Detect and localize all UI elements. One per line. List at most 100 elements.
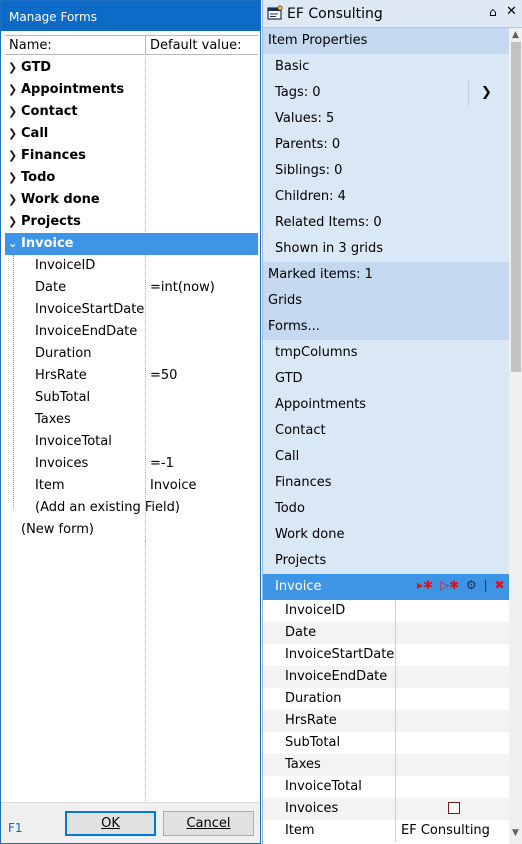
field-default[interactable]: =-1 (150, 456, 174, 471)
siblings-item[interactable]: Siblings: 0 (275, 158, 342, 184)
form-node-gtd[interactable]: ❯ GTD (5, 57, 258, 79)
forms-header[interactable]: Forms... (263, 314, 509, 340)
grid-divider (395, 666, 396, 688)
column-header: Name: Default value: (5, 35, 258, 55)
grid-field-value[interactable]: EF Consulting (401, 823, 490, 838)
cancel-button[interactable]: Cancel (163, 811, 254, 836)
grid-row-hrsrate[interactable]: HrsRate (263, 710, 509, 732)
grid-field-name: InvoiceStartDate (285, 647, 395, 662)
form-node-todo[interactable]: ❯ Todo (5, 167, 258, 189)
form-item[interactable]: Work done (275, 522, 345, 548)
field-default[interactable]: =int(now) (150, 280, 215, 295)
field-default[interactable]: Invoice (150, 478, 196, 493)
basic-item[interactable]: Basic (275, 54, 309, 80)
form-item[interactable]: Appointments (275, 392, 366, 418)
chevron-right-icon[interactable]: ❯ (468, 80, 492, 106)
form-item[interactable]: Call (275, 444, 299, 470)
form-fields-grid: InvoiceID Date InvoiceStartDate InvoiceE… (263, 600, 509, 844)
field-row-invoiceid[interactable]: InvoiceID (5, 255, 258, 277)
grid-row-item[interactable]: Item EF Consulting (263, 820, 509, 842)
form-node-invoice[interactable]: ⌄ Invoice (5, 233, 258, 255)
related-items-item[interactable]: Related Items: 0 (275, 210, 382, 236)
form-node-label: Projects (21, 214, 81, 229)
column-divider[interactable] (145, 36, 146, 54)
grid-row-taxes[interactable]: Taxes (263, 754, 509, 776)
field-row-subtotal[interactable]: SubTotal (5, 387, 258, 409)
form-node-contact[interactable]: ❯ Contact (5, 101, 258, 123)
grid-row-invoiceenddate[interactable]: InvoiceEndDate (263, 666, 509, 688)
chevron-right-icon[interactable]: ❯ (8, 193, 17, 206)
grid-row-invoices[interactable]: Invoices (263, 798, 509, 820)
form-item[interactable]: tmpColumns (275, 340, 358, 366)
grid-row-date[interactable]: Date (263, 622, 509, 644)
vertical-scrollbar[interactable]: ▲ ▼ (509, 28, 522, 844)
grids-header[interactable]: Grids (263, 288, 509, 314)
close-icon[interactable]: ✕ (506, 4, 517, 19)
remove-form-icon[interactable]: ✖ (495, 578, 505, 592)
form-node-projects[interactable]: ❯ Projects (5, 211, 258, 233)
field-row-hrsrate[interactable]: HrsRate =50 (5, 365, 258, 387)
chevron-down-icon[interactable]: ⌄ (8, 237, 17, 250)
pin-icon[interactable]: ⌂ (489, 5, 497, 19)
values-item[interactable]: Values: 5 (275, 106, 334, 132)
field-row-item[interactable]: Item Invoice (5, 475, 258, 497)
shown-in-grids-item[interactable]: Shown in 3 grids (275, 236, 383, 262)
grid-row-subtotal[interactable]: SubTotal (263, 732, 509, 754)
form-item[interactable]: Todo (275, 496, 305, 522)
children-item[interactable]: Children: 4 (275, 184, 346, 210)
form-item[interactable]: Contact (275, 418, 326, 444)
grid-field-name: HrsRate (285, 713, 337, 728)
help-key-label[interactable]: F1 (8, 821, 23, 835)
insert-field-icon[interactable]: ▸✱ (417, 578, 433, 592)
add-existing-field-row[interactable]: (Add an existing Field) (5, 497, 258, 519)
chevron-right-icon[interactable]: ❯ (8, 105, 17, 118)
field-row-invoices[interactable]: Invoices =-1 (5, 453, 258, 475)
chevron-right-icon[interactable]: ❯ (8, 171, 17, 184)
field-row-invoiceenddate[interactable]: InvoiceEndDate (5, 321, 258, 343)
form-node-appointments[interactable]: ❯ Appointments (5, 79, 258, 101)
field-row-duration[interactable]: Duration (5, 343, 258, 365)
field-name: InvoiceStartDate (35, 302, 145, 317)
insert-field-after-icon[interactable]: ▷✱ (440, 578, 459, 592)
form-node-work-done[interactable]: ❯ Work done (5, 189, 258, 211)
ok-button[interactable]: OK (65, 811, 156, 836)
ok-button-label: OK (101, 816, 120, 831)
grid-row-invoicestartdate[interactable]: InvoiceStartDate (263, 644, 509, 666)
form-item[interactable]: Projects (275, 548, 326, 574)
field-row-invoicetotal[interactable]: InvoiceTotal (5, 431, 258, 453)
manage-forms-window: Manage Forms Name: Default value: ❯ GTD … (0, 0, 261, 844)
scroll-up-icon[interactable]: ▲ (512, 30, 519, 40)
grid-row-invoicetotal[interactable]: InvoiceTotal (263, 776, 509, 798)
form-node-call[interactable]: ❯ Call (5, 123, 258, 145)
parents-item[interactable]: Parents: 0 (275, 132, 340, 158)
field-row-invoicestartdate[interactable]: InvoiceStartDate (5, 299, 258, 321)
form-item[interactable]: GTD (275, 366, 303, 392)
window-title: Manage Forms (1, 1, 260, 31)
chevron-right-icon[interactable]: ❯ (8, 215, 17, 228)
edit-form-icon[interactable]: ⚙ (466, 578, 477, 592)
selected-form-header[interactable]: Invoice ▸✱ ▷✱ ⚙ | ✖ (263, 574, 509, 600)
column-default-value-header[interactable]: Default value: (150, 38, 242, 53)
item-properties-header[interactable]: Item Properties (263, 28, 509, 54)
field-name: InvoiceID (35, 258, 96, 273)
form-node-finances[interactable]: ❯ Finances (5, 145, 258, 167)
grid-row-duration[interactable]: Duration (263, 688, 509, 710)
scroll-thumb[interactable] (511, 42, 521, 372)
form-item[interactable]: Finances (275, 470, 332, 496)
field-name: Taxes (35, 412, 71, 427)
grid-row-invoiceid[interactable]: InvoiceID (263, 600, 509, 622)
field-row-taxes[interactable]: Taxes (5, 409, 258, 431)
grid-field-name: InvoiceTotal (285, 779, 362, 794)
chevron-right-icon[interactable]: ❯ (8, 127, 17, 140)
chevron-right-icon[interactable]: ❯ (8, 149, 17, 162)
column-name-header[interactable]: Name: (9, 38, 52, 53)
chevron-right-icon[interactable]: ❯ (8, 83, 17, 96)
marked-items-header[interactable]: Marked items: 1 (263, 262, 509, 288)
chevron-right-icon[interactable]: ❯ (8, 61, 17, 74)
scroll-down-icon[interactable]: ▼ (512, 828, 519, 838)
field-default[interactable]: =50 (150, 368, 177, 383)
field-row-date[interactable]: Date =int(now) (5, 277, 258, 299)
invoices-checkbox[interactable] (448, 802, 460, 814)
new-form-row[interactable]: (New form) (5, 519, 258, 541)
tags-item[interactable]: Tags: 0 (275, 80, 321, 106)
